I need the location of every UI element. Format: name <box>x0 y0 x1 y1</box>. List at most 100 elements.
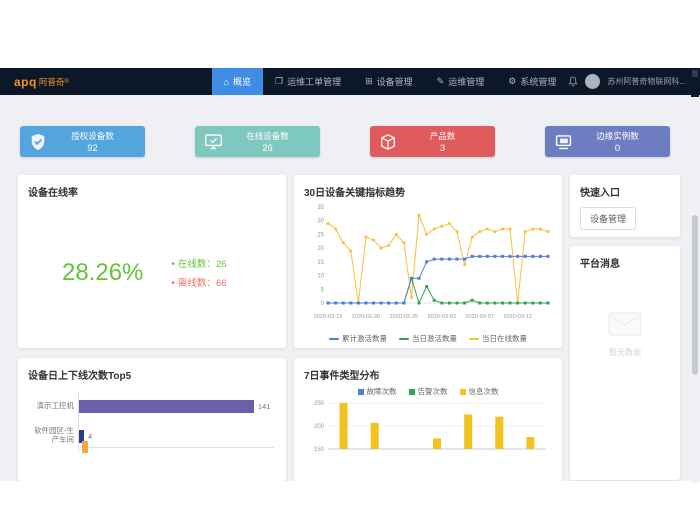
svg-text:2020-02-20: 2020-02-20 <box>352 314 381 320</box>
top5-row: 演示工控机 141 <box>28 391 276 421</box>
svg-text:150: 150 <box>314 447 325 453</box>
offline-count-legend: •离线数：66 <box>171 275 226 289</box>
svg-text:250: 250 <box>314 401 325 407</box>
svg-text:35: 35 <box>317 205 324 211</box>
svg-text:10: 10 <box>317 274 324 280</box>
legend-marker-icon <box>329 338 339 340</box>
panel-quick-entry: 快速入口 设备管理 <box>570 175 680 237</box>
logo-reg-mark: ® <box>64 79 68 85</box>
scroll-up-button[interactable] <box>692 70 698 77</box>
navbar: apq 阿普奇 ® ⌂ 概览 ❐ 运维工单管理 ⊞ 设备管理 ✎ <box>0 68 700 95</box>
legend-item[interactable]: 累计激活数量 <box>329 333 387 344</box>
logo-text: apq <box>14 75 37 89</box>
panel-online-rate: 设备在线率 28.26% •在线数：26 •离线数：66 <box>18 175 286 348</box>
top5-row-label: 软件园区-生产车间 <box>28 427 78 444</box>
content-area: 授权设备数 92 在线设备数 26 <box>0 95 700 481</box>
nav-item-overview[interactable]: ⌂ 概览 <box>212 68 263 95</box>
stat-card-products: 产品数 3 <box>370 126 495 157</box>
top5-bar <box>79 400 254 413</box>
panel-trend-chart: 30日设备关键指标趋势 0 5 10 15 20 25 30 35 2020-02-15 2020… <box>294 175 562 348</box>
nav-item-label: 设备管理 <box>377 75 413 88</box>
scrollbar-track[interactable] <box>691 97 699 483</box>
trend-chart-legend: 累计激活数量 当日激活数量 当日在线数量 <box>304 333 552 344</box>
edge-server-icon <box>553 132 573 152</box>
legend-item[interactable]: 告警次数 <box>409 386 448 397</box>
green-dot-icon: • <box>171 259 175 270</box>
legend-marker-icon <box>469 338 479 340</box>
stat-card-edge-instances: 边缘实例数 0 <box>545 126 670 157</box>
top5-bar-value: 4 <box>88 432 92 441</box>
panel-events-chart: 7日事件类型分布 故障次数 告警次数 信息次数 150 200 250 <box>294 358 562 481</box>
envelope-icon <box>608 312 642 336</box>
legend-label: 累计激活数量 <box>342 333 387 344</box>
svg-text:5: 5 <box>321 287 325 293</box>
svg-text:0: 0 <box>321 301 325 307</box>
svg-text:2020-02-15: 2020-02-15 <box>314 314 343 320</box>
svg-text:2020-03-02: 2020-03-02 <box>427 314 456 320</box>
nav-item-workorder[interactable]: ❐ 运维工单管理 <box>263 68 353 95</box>
nav-item-ops[interactable]: ✎ 运维管理 <box>425 68 497 95</box>
legend-item[interactable]: 信息次数 <box>460 386 499 397</box>
legend-item[interactable]: 故障次数 <box>358 386 397 397</box>
scrollbar-thumb[interactable] <box>692 215 698 375</box>
panel-title: 平台消息 <box>580 255 670 270</box>
nav-item-system[interactable]: ⚙ 系统管理 <box>496 68 568 95</box>
red-dot-icon: • <box>171 278 175 289</box>
card-value: 92 <box>48 143 137 154</box>
panel-top5-chart: 设备日上下线次数Top5 演示工控机 141 软件园区-生产车间 4 <box>18 358 286 481</box>
top5-bar-value: 141 <box>258 402 271 411</box>
scrollbar <box>691 68 699 481</box>
card-label: 在线设备数 <box>223 130 312 142</box>
home-icon: ⌂ <box>224 77 229 87</box>
top5-bar-chart: 演示工控机 141 软件园区-生产车间 4 <box>28 391 276 451</box>
svg-text:20: 20 <box>317 246 324 252</box>
empty-text: 暂无数据 <box>580 347 670 358</box>
bell-icon[interactable] <box>568 76 578 87</box>
legend-marker-icon <box>460 389 466 395</box>
svg-text:2020-03-12: 2020-03-12 <box>503 314 532 320</box>
stat-cards-row: 授权设备数 92 在线设备数 26 <box>20 126 670 157</box>
legend-item[interactable]: 当日激活数量 <box>399 333 457 344</box>
legend-label: 故障次数 <box>367 386 397 397</box>
legend-item[interactable]: 当日在线数量 <box>469 333 527 344</box>
cube-icon <box>378 132 398 152</box>
events-bar-chart: 150 200 250 <box>304 397 552 459</box>
app-window: apq 阿普奇 ® ⌂ 概览 ❐ 运维工单管理 ⊞ 设备管理 ✎ <box>0 68 700 481</box>
card-label: 边缘实例数 <box>573 130 662 142</box>
logo: apq 阿普奇 ® <box>0 68 212 95</box>
trend-line-chart: 0 5 10 15 20 25 30 35 2020-02-15 2020-02-20 2020-0… <box>304 199 552 327</box>
nav-item-label: 概览 <box>233 75 251 88</box>
shield-check-icon <box>28 132 48 152</box>
svg-text:200: 200 <box>314 424 325 430</box>
device-icon: ⊞ <box>365 76 373 87</box>
legend-marker-icon <box>399 338 409 340</box>
top5-partial-bar <box>82 441 88 453</box>
svg-text:15: 15 <box>317 260 324 266</box>
nav-item-label: 运维管理 <box>448 75 484 88</box>
card-value: 3 <box>398 143 487 154</box>
legend-label: 当日激活数量 <box>412 333 457 344</box>
nav-menu: ⌂ 概览 ❐ 运维工单管理 ⊞ 设备管理 ✎ 运维管理 ⚙ 系统管理 <box>212 68 569 95</box>
legend-label: 告警次数 <box>418 386 448 397</box>
nav-right: 苏州阿普奇物联网科... <box>568 68 700 95</box>
legend-marker-icon <box>358 389 364 395</box>
nav-item-device[interactable]: ⊞ 设备管理 <box>353 68 425 95</box>
panel-title: 7日事件类型分布 <box>304 367 552 382</box>
svg-text:2020-03-07: 2020-03-07 <box>465 314 494 320</box>
top5-row-plot: 141 <box>78 391 276 421</box>
card-value: 26 <box>223 143 312 154</box>
panel-title: 设备在线率 <box>28 184 276 199</box>
panel-title: 设备日上下线次数Top5 <box>28 367 276 382</box>
top5-row-label: 演示工控机 <box>28 402 78 411</box>
svg-text:25: 25 <box>317 232 324 238</box>
user-name[interactable]: 苏州阿普奇物联网科... <box>607 76 686 87</box>
svg-text:30: 30 <box>317 219 324 225</box>
panel-title: 30日设备关键指标趋势 <box>304 184 552 199</box>
logo-cn-text: 阿普奇 <box>39 76 65 88</box>
legend-marker-icon <box>409 389 415 395</box>
card-label: 授权设备数 <box>48 130 137 142</box>
top5-x-axis <box>81 447 274 448</box>
device-management-button[interactable]: 设备管理 <box>580 207 636 230</box>
nav-item-label: 运维工单管理 <box>287 75 341 88</box>
avatar[interactable] <box>585 74 600 89</box>
